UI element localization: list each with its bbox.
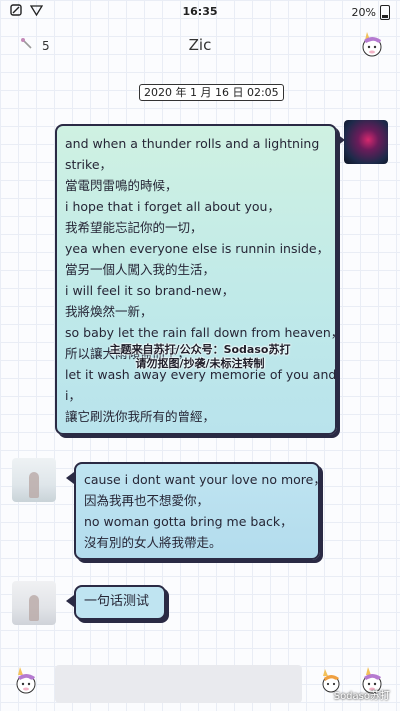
status-bar: 16:35 20% bbox=[0, 0, 400, 24]
contact-avatar[interactable] bbox=[12, 581, 56, 625]
message-line: cause i dont want your love no more， bbox=[84, 472, 326, 487]
message-timestamp: 2020 年 1 月 16 日 02:05 bbox=[139, 84, 284, 101]
message-bubble-left[interactable]: cause i dont want your love no more， 因為我… bbox=[66, 462, 326, 560]
input-bar: Sodaso苏打 bbox=[0, 659, 400, 711]
my-avatar[interactable] bbox=[344, 120, 388, 164]
message-bubble-left[interactable]: 一句话测试 bbox=[66, 585, 166, 620]
credit-watermark: Sodaso苏打 bbox=[333, 691, 390, 702]
status-time: 16:35 bbox=[182, 5, 218, 18]
message-line: yea when everyone else is runnin inside， bbox=[65, 241, 330, 256]
message-line: i will feel it so brand-new， bbox=[65, 283, 235, 298]
chat-title: Zic bbox=[188, 36, 212, 54]
message-line: 讓它刷洗你我所有的曾經， bbox=[65, 409, 216, 424]
message-line: 我將煥然一新， bbox=[65, 304, 153, 319]
message-line: strike， bbox=[65, 157, 113, 172]
bubble-tail bbox=[66, 472, 74, 484]
message-line: so baby let the rain fall down from heav… bbox=[65, 325, 344, 340]
message-line: 沒有別的女人將我帶走。 bbox=[84, 535, 222, 550]
theme-watermark: 主题来自苏打/公众号：Sodaso苏打 请勿抠图/抄袭/未标注转制 bbox=[80, 343, 320, 371]
message-line: 當另一個人闖入我的生活， bbox=[65, 262, 216, 277]
contact-avatar[interactable] bbox=[12, 458, 56, 502]
watermark-line: 请勿抠图/抄袭/未标注转制 bbox=[135, 357, 265, 370]
watermark-line: 主题来自苏打/公众号：Sodaso苏打 bbox=[109, 343, 291, 356]
message-line: i， bbox=[65, 388, 81, 403]
unicorn-menu-icon[interactable] bbox=[358, 30, 386, 64]
message-line: i hope that i forget all about you， bbox=[65, 199, 280, 214]
bubble-tail bbox=[66, 595, 74, 607]
message-line: and when a thunder rolls and a lightning bbox=[65, 136, 320, 151]
message-line: 一句话测试 bbox=[84, 594, 150, 609]
battery-level: 20% bbox=[351, 6, 376, 19]
bubble-tail bbox=[337, 134, 345, 146]
chat-header: 5 Zic bbox=[0, 24, 400, 68]
message-input[interactable] bbox=[55, 665, 302, 703]
unicorn-emoji-icon[interactable] bbox=[12, 665, 40, 701]
message-bubble-right[interactable]: and when a thunder rolls and a lightning… bbox=[55, 124, 345, 435]
message-line: 因為我再也不想愛你， bbox=[84, 493, 210, 508]
message-line: 我希望能忘記你的一切， bbox=[65, 220, 203, 235]
battery-icon bbox=[380, 5, 390, 20]
message-line: 當電閃雷鳴的時候， bbox=[65, 178, 178, 193]
message-line: no woman gotta bring me back， bbox=[84, 514, 293, 529]
